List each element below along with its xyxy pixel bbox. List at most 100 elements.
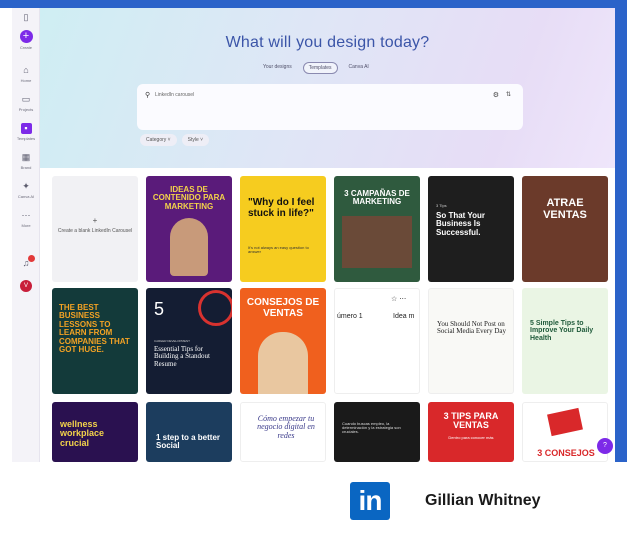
template-card[interactable]: 3 Tips So That Your Business Is Successf…: [428, 176, 514, 282]
template-card[interactable]: 3 CONSEJOS: [522, 402, 608, 462]
star-icon[interactable]: ☆ ⋯: [391, 295, 406, 303]
panel-toggle-icon: ▯: [23, 12, 29, 22]
account-button[interactable]: V: [12, 280, 40, 292]
template-title: ATRAE VENTAS: [543, 197, 587, 221]
template-title: Cuando buscas empleo, la determinación y…: [342, 421, 401, 435]
notification-badge: [28, 255, 35, 262]
template-card[interactable]: 1 step to a better Social: [146, 402, 232, 462]
template-card[interactable]: THE BEST BUSINESS LESSONS TO LEARN FROM …: [52, 288, 138, 394]
style-filter[interactable]: Style ˅: [181, 134, 210, 146]
person-image: [258, 332, 308, 394]
template-card[interactable]: Cómo empezar tu negocio digital en redes: [240, 402, 326, 462]
author-name: Gillian Whitney: [425, 492, 541, 509]
sidebar-item-label: Projects: [18, 107, 34, 112]
template-title: THE BEST BUSINESS LESSONS TO LEARN FROM …: [59, 303, 130, 354]
sidebar-item-home[interactable]: ⌂ Home: [12, 65, 40, 83]
template-grid: + Create a blank LinkedIn Carousel IDEAS…: [40, 168, 615, 462]
template-card[interactable]: 3 TIPS PARA VENTAS Dentro para conocer m…: [428, 402, 514, 462]
category-filter[interactable]: Category ˅: [140, 134, 177, 146]
sidebar-item-more[interactable]: ⋯ More: [12, 210, 40, 228]
template-title: "Why do I feel stuck in life?": [248, 197, 315, 219]
plus-icon: +: [19, 30, 33, 43]
help-button[interactable]: ?: [597, 438, 613, 454]
template-title: 3 CONSEJOS: [537, 448, 595, 458]
template-subtitle: It's not always an easy question to answ…: [248, 245, 309, 255]
template-subtitle: 3 Tips: [436, 203, 447, 208]
settings-icon[interactable]: ⚙: [493, 91, 499, 99]
template-title: You Should Not Post on Social Media Ever…: [437, 320, 507, 336]
sidebar-item-label: Brand: [20, 165, 32, 170]
sidebar-item-label: Home: [20, 78, 32, 83]
sidebar-item-label: Canva AI: [17, 194, 35, 199]
template-card[interactable]: Cuando buscas empleo, la determinación y…: [334, 402, 420, 462]
template-card[interactable]: 3 CAMPAÑAS DE MARKETING: [334, 176, 420, 282]
template-card[interactable]: ATRAE VENTAS: [522, 176, 608, 282]
home-icon: ⌂: [23, 65, 29, 75]
template-title: CONSEJOS DE VENTAS: [246, 297, 320, 319]
create-blank-label: Create a blank LinkedIn Carousel: [57, 228, 133, 234]
folder-icon: ▭: [21, 94, 31, 104]
laptop-image: [547, 407, 583, 437]
template-subtitle: Idea m: [393, 313, 415, 320]
photo-image: [342, 216, 412, 268]
template-title: 3 TIPS PARA VENTAS: [443, 411, 499, 431]
template-card[interactable]: úmero 1 Idea m ☆ ⋯: [334, 288, 420, 394]
tab-canva-ai[interactable]: Canva AI: [344, 62, 374, 74]
decor-circle: [198, 290, 232, 326]
sidebar-item-label: Templates: [16, 136, 36, 141]
window-frame-right: [615, 0, 627, 462]
templates-icon: ▪: [20, 123, 32, 134]
sidebar-toggle[interactable]: ▯: [12, 12, 40, 23]
template-title: Essential Tips for Building a Standout R…: [154, 345, 210, 368]
canva-ai-icon: ✦: [22, 181, 30, 191]
filter-bar: Category ˅ Style ˅: [140, 134, 210, 146]
plus-icon: +: [92, 216, 98, 225]
template-subtitle: CAREER DEVELOPMENT: [154, 339, 191, 343]
template-title: So That Your Business Is Successful.: [436, 211, 486, 237]
footer: in Gillian Whitney: [0, 462, 627, 535]
avatar: V: [20, 280, 32, 292]
create-blank-card[interactable]: + Create a blank LinkedIn Carousel: [52, 176, 138, 282]
search-icon: ⚲: [145, 92, 151, 99]
template-title: IDEAS DE CONTENIDO PARA MARKETING: [152, 185, 226, 211]
search-mode-tabs: Your designs Templates Canva AI: [258, 62, 374, 74]
person-image: [170, 218, 208, 276]
template-card[interactable]: wellness workplace crucial: [52, 402, 138, 462]
sidebar-item-templates[interactable]: ▪ Templates: [12, 123, 40, 141]
template-title: 5 Simple Tips to Improve Your Daily Heal…: [530, 320, 594, 342]
template-card[interactable]: CONSEJOS DE VENTAS: [240, 288, 326, 394]
category-filter-label: Category: [146, 137, 167, 143]
hero-banner: What will you design today? Your designs…: [40, 8, 615, 168]
sidebar-item-brand[interactable]: ▦ Brand: [12, 152, 40, 170]
page-title: What will you design today?: [225, 34, 430, 51]
template-title: úmero 1: [337, 313, 363, 320]
search-input[interactable]: LinkedIn carousel: [155, 92, 194, 98]
window-frame-top: [0, 0, 627, 8]
template-card[interactable]: "Why do I feel stuck in life?" It's not …: [240, 176, 326, 282]
linkedin-logo-icon: in: [350, 482, 390, 520]
template-subtitle: Dentro para conocer más: [448, 435, 494, 440]
brand-icon: ▦: [21, 152, 31, 162]
template-title: 1 step to a better Social: [156, 433, 221, 451]
sidebar-item-label: More: [21, 223, 31, 228]
tab-your-designs[interactable]: Your designs: [258, 62, 297, 74]
template-card[interactable]: 5 Simple Tips to Improve Your Daily Heal…: [522, 288, 608, 394]
template-number: 5: [154, 299, 165, 319]
template-title: wellness workplace crucial: [60, 419, 105, 448]
notifications-button[interactable]: ♫: [12, 255, 40, 269]
template-card[interactable]: IDEAS DE CONTENIDO PARA MARKETING: [146, 176, 232, 282]
template-card[interactable]: You Should Not Post on Social Media Ever…: [428, 288, 514, 394]
template-card[interactable]: 5 CAREER DEVELOPMENT Essential Tips for …: [146, 288, 232, 394]
style-filter-label: Style: [187, 137, 199, 143]
tab-templates[interactable]: Templates: [302, 62, 338, 74]
more-icon: ⋯: [21, 210, 31, 220]
search-box[interactable]: ⚲ LinkedIn carousel ⚙ ⇅: [137, 84, 523, 130]
sidebar-item-projects[interactable]: ▭ Projects: [12, 94, 40, 112]
sidebar-item-label: Create: [19, 45, 32, 50]
sidebar-item-canva-ai[interactable]: ✦ Canva AI: [12, 181, 40, 199]
template-title: Cómo empezar tu negocio digital en redes: [257, 414, 315, 440]
template-title: 3 CAMPAÑAS DE MARKETING: [344, 189, 410, 207]
sidebar-item-create[interactable]: + Create: [12, 30, 40, 50]
filter-icon[interactable]: ⇅: [506, 91, 511, 98]
sidebar: ▯ + Create ⌂ Home ▭ Projects ▪ Templates…: [12, 8, 40, 462]
